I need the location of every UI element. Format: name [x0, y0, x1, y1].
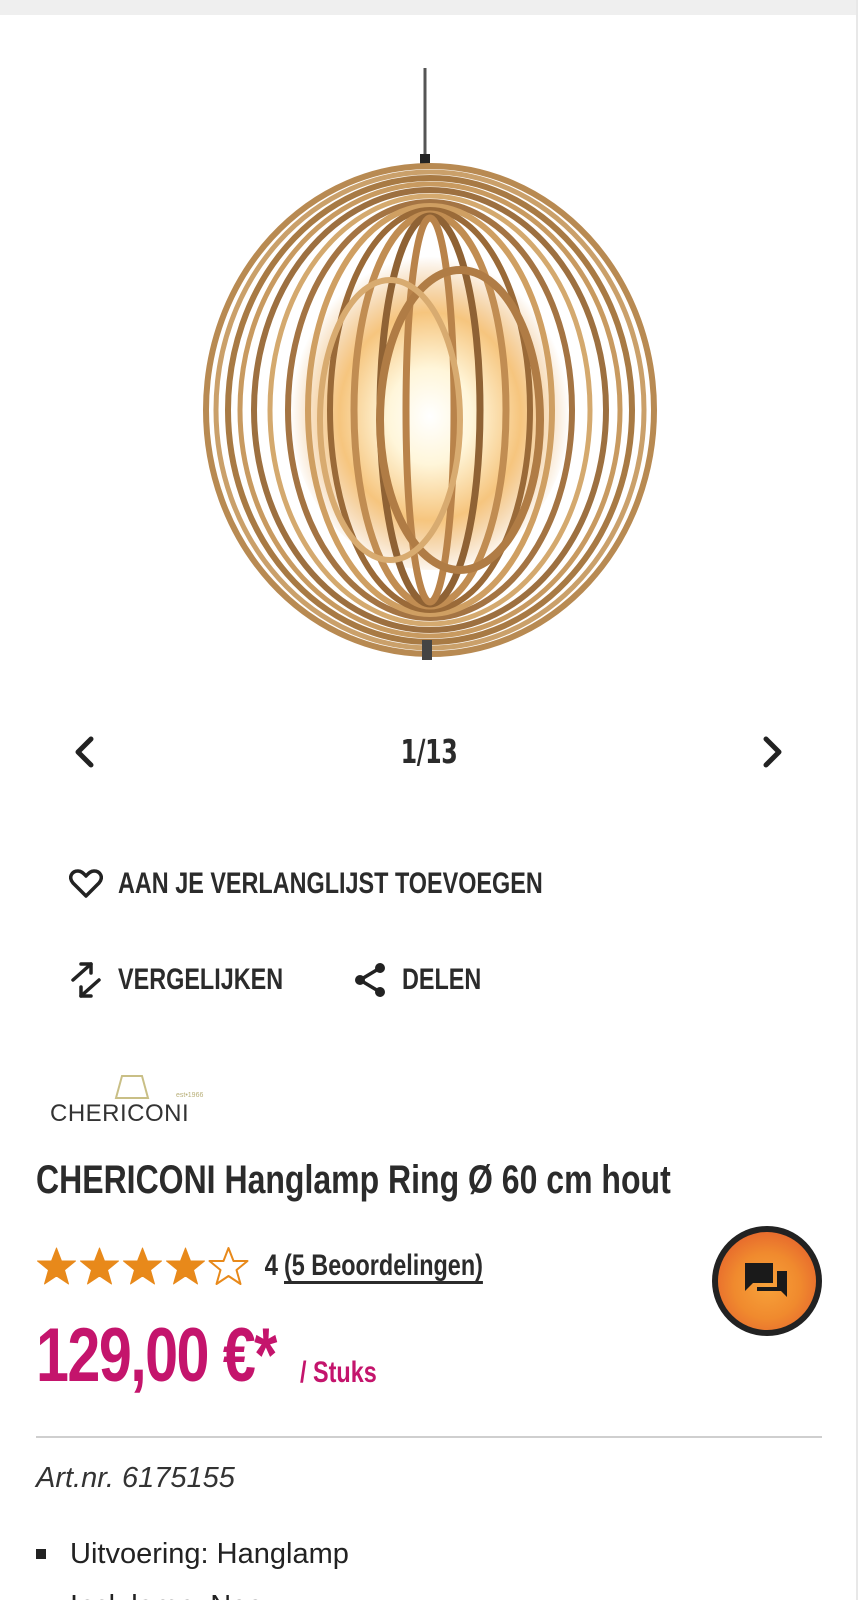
- product-rating: 4 (5 Beoordelingen): [36, 1246, 539, 1286]
- feature-list: Uitvoering: Hanglamp Incl. lamp: Nee: [36, 1528, 349, 1600]
- compare-arrows-icon: [68, 962, 104, 998]
- compare-button[interactable]: VERGELIJKEN: [68, 962, 330, 998]
- wishlist-label: AAN JE VERLANGLIJST TOEVOEGEN: [118, 867, 543, 900]
- heart-icon: [68, 866, 104, 902]
- star-empty-icon: [208, 1247, 249, 1285]
- article-number: Art.nr. 6175155: [36, 1462, 235, 1494]
- feature-text: Uitvoering: Hanglamp: [70, 1537, 349, 1570]
- share-label: DELEN: [402, 963, 482, 996]
- share-button[interactable]: DELEN: [352, 962, 504, 998]
- share-icon: [352, 962, 388, 998]
- chevron-right-icon: [763, 736, 782, 768]
- product-title: CHERICONI Hanglamp Ring Ø 60 cm hout: [36, 1158, 671, 1202]
- gallery-counter: 1/13: [400, 732, 458, 771]
- compare-label: VERGELIJKEN: [118, 963, 284, 996]
- divider: [36, 1436, 822, 1438]
- image-gallery-nav: 1/13: [0, 720, 858, 780]
- star-filled-icon: [123, 1247, 162, 1285]
- rating-stars: [36, 1246, 251, 1286]
- rating-value: 4: [264, 1249, 279, 1282]
- feature-item: Uitvoering: Hanglamp: [36, 1528, 349, 1580]
- product-price: 129,00 €*: [36, 1313, 277, 1398]
- feature-text: Incl. lamp: Nee: [70, 1590, 263, 1600]
- brand-logo[interactable]: est•1966 CHERICONI: [50, 1070, 220, 1130]
- gallery-next-button[interactable]: [753, 732, 793, 772]
- star-filled-icon: [80, 1247, 119, 1285]
- brand-tagline: est•1966: [176, 1092, 204, 1099]
- brand-name: CHERICONI: [50, 1100, 190, 1127]
- product-image[interactable]: [190, 60, 670, 690]
- star-filled-icon: [37, 1247, 76, 1285]
- bullet-icon: [36, 1549, 46, 1559]
- top-bar: [0, 0, 858, 15]
- chat-icon: [745, 1263, 787, 1297]
- add-to-wishlist-button[interactable]: AAN JE VERLANGLIJST TOEVOEGEN: [68, 866, 663, 902]
- star-filled-icon: [166, 1247, 205, 1285]
- reviews-link[interactable]: (5 Beoordelingen): [284, 1249, 483, 1283]
- chat-button[interactable]: [712, 1226, 822, 1336]
- price-block: 129,00 €* / Stuks: [36, 1313, 377, 1398]
- feature-item: Incl. lamp: Nee: [36, 1580, 349, 1600]
- price-unit: / Stuks: [300, 1356, 377, 1389]
